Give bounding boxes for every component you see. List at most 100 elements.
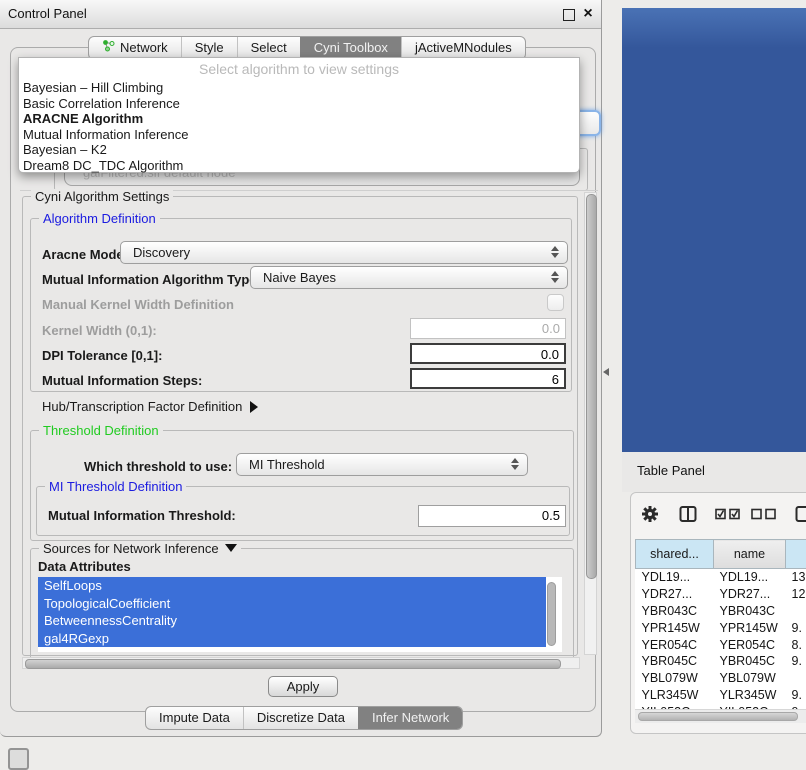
table-cell[interactable]: 9. xyxy=(786,687,806,704)
attribute-item[interactable]: gal4RGexp xyxy=(38,630,546,648)
table-cell[interactable]: YDR27... xyxy=(714,586,786,603)
algorithm-option[interactable]: Bayesian – Hill Climbing xyxy=(23,80,579,96)
mi-steps-field[interactable]: 6 xyxy=(410,368,566,389)
column-header[interactable] xyxy=(786,540,806,569)
settings-vertical-scrollbar[interactable] xyxy=(584,192,597,655)
tab-label: Select xyxy=(251,37,287,59)
mi-type-label: Mutual Information Algorithm Type: xyxy=(42,272,261,287)
table-cell[interactable]: YER054C xyxy=(714,636,786,653)
algorithm-option[interactable]: Bayesian – K2 xyxy=(23,142,579,158)
algorithm-option-list: Bayesian – Hill ClimbingBasic Correlatio… xyxy=(19,80,579,174)
gear-icon[interactable] xyxy=(641,505,659,526)
sources-expander[interactable]: Sources for Network Inference xyxy=(39,541,241,556)
collapsed-panel-icon[interactable] xyxy=(8,748,29,770)
table-cell[interactable]: YER054C xyxy=(636,636,714,653)
table-cell[interactable]: 8. xyxy=(786,636,806,653)
table-row[interactable]: YBL079WYBL079W xyxy=(636,670,806,687)
algorithm-option[interactable]: Dream8 DC_TDC Algorithm xyxy=(23,158,579,174)
mi-threshold-label: Mutual Information Threshold: xyxy=(48,508,236,523)
tab-label: Discretize Data xyxy=(257,707,345,729)
table-cell[interactable]: 13 xyxy=(786,569,806,586)
which-threshold-select[interactable]: MI Threshold xyxy=(236,453,528,476)
table-cell[interactable]: YBR045C xyxy=(714,653,786,670)
mi-threshold-field[interactable]: 0.5 xyxy=(418,505,566,527)
dpi-tolerance-field[interactable]: 0.0 xyxy=(410,343,566,364)
column-header[interactable]: shared... xyxy=(636,540,714,569)
network-view-frame: GALGAL80GAL10GAL1GAL11SWI4GAL4GCY1HAP4YH… xyxy=(622,8,806,452)
group-title: Algorithm Definition xyxy=(39,211,160,226)
tab-label: Network xyxy=(120,37,168,59)
tab-network[interactable]: Network xyxy=(89,37,181,59)
table-cell[interactable]: YDR27... xyxy=(636,586,714,603)
table-cell[interactable]: YDL19... xyxy=(636,569,714,586)
algorithm-option[interactable]: ARACNE Algorithm xyxy=(23,111,579,127)
tab-infer-network[interactable]: Infer Network xyxy=(358,707,462,729)
close-icon[interactable]: × xyxy=(580,0,596,28)
group-title: Cyni Algorithm Settings xyxy=(31,189,173,204)
data-attributes-label: Data Attributes xyxy=(38,559,131,574)
node-table: shared...name YDL19...YDL19...13YDR27...… xyxy=(635,539,806,720)
table-cell[interactable]: 9. xyxy=(786,619,806,636)
table-cell[interactable]: YBR045C xyxy=(636,653,714,670)
table-cell[interactable]: YBR043C xyxy=(714,603,786,620)
attribute-item[interactable]: TopologicalCoefficient xyxy=(38,595,546,613)
table-cell[interactable]: YBL079W xyxy=(636,670,714,687)
tab-cyni-toolbox[interactable]: Cyni Toolbox xyxy=(300,37,401,59)
float-window-icon[interactable] xyxy=(563,9,575,21)
control-panel-window: Control Panel × galFiltered.sif default … xyxy=(0,0,602,737)
dpi-tolerance-label: DPI Tolerance [0,1]: xyxy=(42,348,162,363)
aracne-mode-select[interactable]: Discovery xyxy=(120,241,568,264)
kernel-width-field[interactable]: 0.0 xyxy=(410,318,566,339)
kernel-width-label: Kernel Width (0,1): xyxy=(42,323,157,338)
table-row[interactable]: YPR145WYPR145W9. xyxy=(636,619,806,636)
spinner-arrows-icon xyxy=(551,246,559,258)
attribute-item[interactable]: BetweennessCentrality xyxy=(38,612,546,630)
settings-horizontal-scrollbar[interactable] xyxy=(22,657,580,669)
table-cell[interactable]: YBL079W xyxy=(714,670,786,687)
table-cell[interactable]: 12 xyxy=(786,586,806,603)
table-cell[interactable]: YPR145W xyxy=(636,619,714,636)
table-cell[interactable]: YLR345W xyxy=(636,687,714,704)
tab-select[interactable]: Select xyxy=(237,37,300,59)
table-cell[interactable]: YLR345W xyxy=(714,687,786,704)
split-columns-icon[interactable] xyxy=(679,505,697,526)
column-header[interactable]: name xyxy=(714,540,786,569)
algorithm-option[interactable]: Mutual Information Inference xyxy=(23,127,579,143)
table-cell[interactable]: YPR145W xyxy=(714,619,786,636)
table-row[interactable]: YDR27...YDR27...12 xyxy=(636,586,806,603)
attribute-item[interactable]: SelfLoops xyxy=(38,577,546,595)
tab-discretize-data[interactable]: Discretize Data xyxy=(243,707,358,729)
mi-algorithm-type-select[interactable]: Naive Bayes xyxy=(250,266,568,289)
spinner-arrows-icon xyxy=(551,271,559,283)
manual-kernel-checkbox[interactable] xyxy=(547,294,564,311)
table-cell[interactable]: YDL19... xyxy=(714,569,786,586)
table-horizontal-scrollbar[interactable] xyxy=(635,709,806,723)
table-cell[interactable] xyxy=(786,670,806,687)
unchecked-boxes-icon[interactable] xyxy=(751,508,777,523)
table-cell[interactable] xyxy=(786,603,806,620)
table-row[interactable]: YBR045CYBR045C9. xyxy=(636,653,806,670)
splitter-collapse-arrow[interactable] xyxy=(603,368,609,376)
which-threshold-label: Which threshold to use: xyxy=(84,459,232,474)
table-cell[interactable]: YBR043C xyxy=(636,603,714,620)
table-cell[interactable]: 9. xyxy=(786,653,806,670)
hub-definition-expander[interactable]: Hub/Transcription Factor Definition xyxy=(42,399,258,414)
checked-boxes-icon[interactable] xyxy=(715,508,741,523)
algorithm-dropdown-popup: Select algorithm to view settings Bayesi… xyxy=(18,57,580,173)
list-scrollbar[interactable] xyxy=(547,582,556,646)
table-row[interactable]: YBR043CYBR043C xyxy=(636,603,806,620)
tab-impute-data[interactable]: Impute Data xyxy=(146,707,243,729)
table-row[interactable]: YER054CYER054C8. xyxy=(636,636,806,653)
algorithm-option[interactable]: Basic Correlation Inference xyxy=(23,96,579,112)
tab-style[interactable]: Style xyxy=(181,37,237,59)
expanded-arrow-icon xyxy=(225,544,237,552)
table-row[interactable]: YDL19...YDL19...13 xyxy=(636,569,806,586)
table-row[interactable]: YLR345WYLR345W9. xyxy=(636,687,806,704)
function-icon[interactable] xyxy=(795,505,806,526)
tab-jactivemnodules[interactable]: jActiveMNodules xyxy=(401,37,525,59)
table-panel-title: Table Panel xyxy=(637,463,705,478)
aracne-mode-label: Aracne Mode: xyxy=(42,247,128,262)
apply-button[interactable]: Apply xyxy=(268,676,338,697)
window-title: Control Panel xyxy=(8,0,87,28)
group-title: Threshold Definition xyxy=(39,423,163,438)
